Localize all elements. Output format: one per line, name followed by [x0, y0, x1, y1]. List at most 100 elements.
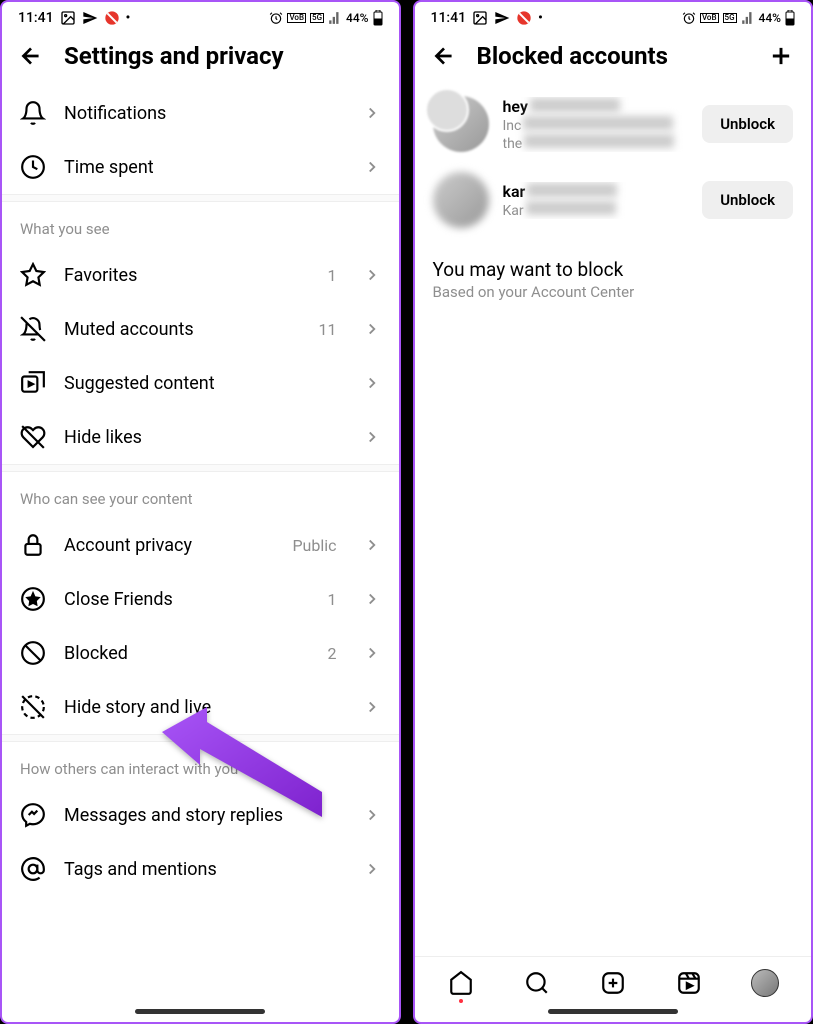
row-label: Tags and mentions: [64, 859, 345, 880]
row-label: Hide likes: [64, 427, 345, 448]
section-label: How others can interact with you: [2, 742, 399, 788]
vob-badge: VoB: [287, 13, 306, 23]
add-button[interactable]: [767, 42, 795, 70]
row-value: Public: [292, 536, 336, 555]
row-hide-likes[interactable]: Hide likes: [2, 410, 399, 464]
block-icon: [20, 640, 46, 666]
row-value: 1: [328, 590, 337, 609]
status-right: VoB 5G 44%: [682, 10, 795, 26]
row-close-friends[interactable]: Close Friends 1: [2, 572, 399, 626]
row-label: Blocked: [64, 643, 310, 664]
desc-prefix: Inc: [503, 118, 522, 134]
page-title: Blocked accounts: [477, 42, 748, 70]
nav-search[interactable]: [523, 969, 551, 997]
clock-text: 11:41: [431, 10, 467, 26]
back-button[interactable]: [431, 43, 457, 69]
avatar: [433, 96, 489, 152]
nav-create[interactable]: [599, 969, 627, 997]
divider: [2, 194, 399, 202]
blocked-account-item[interactable]: hey Inc the Unblock: [415, 86, 812, 162]
row-suggested-content[interactable]: Suggested content: [2, 356, 399, 410]
dot-icon: •: [126, 10, 131, 26]
row-label: Account privacy: [64, 535, 274, 556]
suggest-block-title: You may want to block: [415, 238, 812, 283]
notification-dot-icon: [459, 999, 463, 1003]
heart-off-icon: [20, 424, 46, 450]
chevron-right-icon: [363, 428, 381, 446]
row-messages-and-story-replies[interactable]: Messages and story replies: [2, 788, 399, 842]
row-blocked[interactable]: Blocked 2: [2, 626, 399, 680]
unblock-button[interactable]: Unblock: [702, 181, 793, 219]
phone-settings: 11:41 • VoB 5G 44% Settings and privacy …: [0, 0, 401, 1024]
chevron-right-icon: [363, 320, 381, 338]
battery-icon: [373, 10, 383, 26]
username-prefix: hey: [503, 97, 528, 116]
chevron-right-icon: [363, 536, 381, 554]
row-label: Favorites: [64, 265, 310, 286]
chevron-right-icon: [363, 644, 381, 662]
row-value: 2: [328, 644, 337, 663]
star-icon: [20, 262, 46, 288]
block-red-icon: [516, 10, 532, 26]
home-indicator: [548, 1009, 678, 1014]
signal-icon: [328, 11, 342, 25]
blocked-account-text: kar Kar: [503, 182, 689, 219]
header: Blocked accounts: [415, 30, 812, 86]
redacted-text: [527, 183, 617, 197]
profile-avatar-icon: [751, 969, 779, 997]
chevron-right-icon: [363, 104, 381, 122]
row-time-spent[interactable]: Time spent: [2, 140, 399, 194]
status-right: VoB 5G 44%: [269, 10, 382, 26]
nav-reels[interactable]: [675, 969, 703, 997]
section-label: Who can see your content: [2, 472, 399, 518]
row-muted-accounts[interactable]: Muted accounts 11: [2, 302, 399, 356]
row-favorites[interactable]: Favorites 1: [2, 248, 399, 302]
chevron-right-icon: [363, 158, 381, 176]
settings-content[interactable]: Notifications Time spent What you see Fa…: [2, 86, 399, 1003]
chevron-right-icon: [363, 806, 381, 824]
divider: [2, 734, 399, 742]
chevron-right-icon: [363, 374, 381, 392]
back-button[interactable]: [18, 43, 44, 69]
story-off-icon: [20, 694, 46, 720]
blocked-account-text: hey Inc the: [503, 97, 689, 152]
redacted-text: [523, 116, 673, 130]
phone-blocked-accounts: 11:41 • VoB 5G 44% Blocked accounts hey …: [413, 0, 813, 1024]
dot-icon: •: [538, 10, 543, 26]
bottom-nav: [415, 956, 812, 1003]
lock-icon: [20, 532, 46, 558]
vob-badge: VoB: [700, 13, 719, 23]
battery-icon: [785, 10, 795, 26]
clock-icon: [20, 154, 46, 180]
nav-profile[interactable]: [751, 969, 779, 997]
battery-text: 44%: [346, 11, 368, 25]
row-notifications[interactable]: Notifications: [2, 86, 399, 140]
blocked-content[interactable]: hey Inc the Unblock kar Kar Unblock You …: [415, 86, 812, 956]
chevron-right-icon: [363, 860, 381, 878]
row-hide-story-and-live[interactable]: Hide story and live: [2, 680, 399, 734]
desc-prefix: Kar: [503, 203, 524, 219]
section-label: What you see: [2, 202, 399, 248]
image-icon: [60, 10, 76, 26]
header: Settings and privacy: [2, 30, 399, 86]
signal-icon: [741, 11, 755, 25]
status-bar: 11:41 • VoB 5G 44%: [415, 2, 812, 30]
alarm-icon: [269, 11, 283, 25]
send-icon: [82, 10, 98, 26]
row-label: Close Friends: [64, 589, 310, 610]
row-label: Muted accounts: [64, 319, 301, 340]
row-tags-and-mentions[interactable]: Tags and mentions: [2, 842, 399, 896]
chevron-right-icon: [363, 266, 381, 284]
row-label: Messages and story replies: [64, 805, 345, 826]
unblock-button[interactable]: Unblock: [702, 105, 793, 143]
row-label: Time spent: [64, 157, 345, 178]
home-indicator: [135, 1009, 265, 1014]
battery-text: 44%: [759, 11, 781, 25]
bell-off-icon: [20, 316, 46, 342]
blocked-account-item[interactable]: kar Kar Unblock: [415, 162, 812, 238]
nav-home[interactable]: [447, 969, 475, 997]
row-label: Notifications: [64, 103, 345, 124]
chevron-right-icon: [363, 698, 381, 716]
page-title: Settings and privacy: [64, 42, 383, 70]
row-account-privacy[interactable]: Account privacy Public: [2, 518, 399, 572]
